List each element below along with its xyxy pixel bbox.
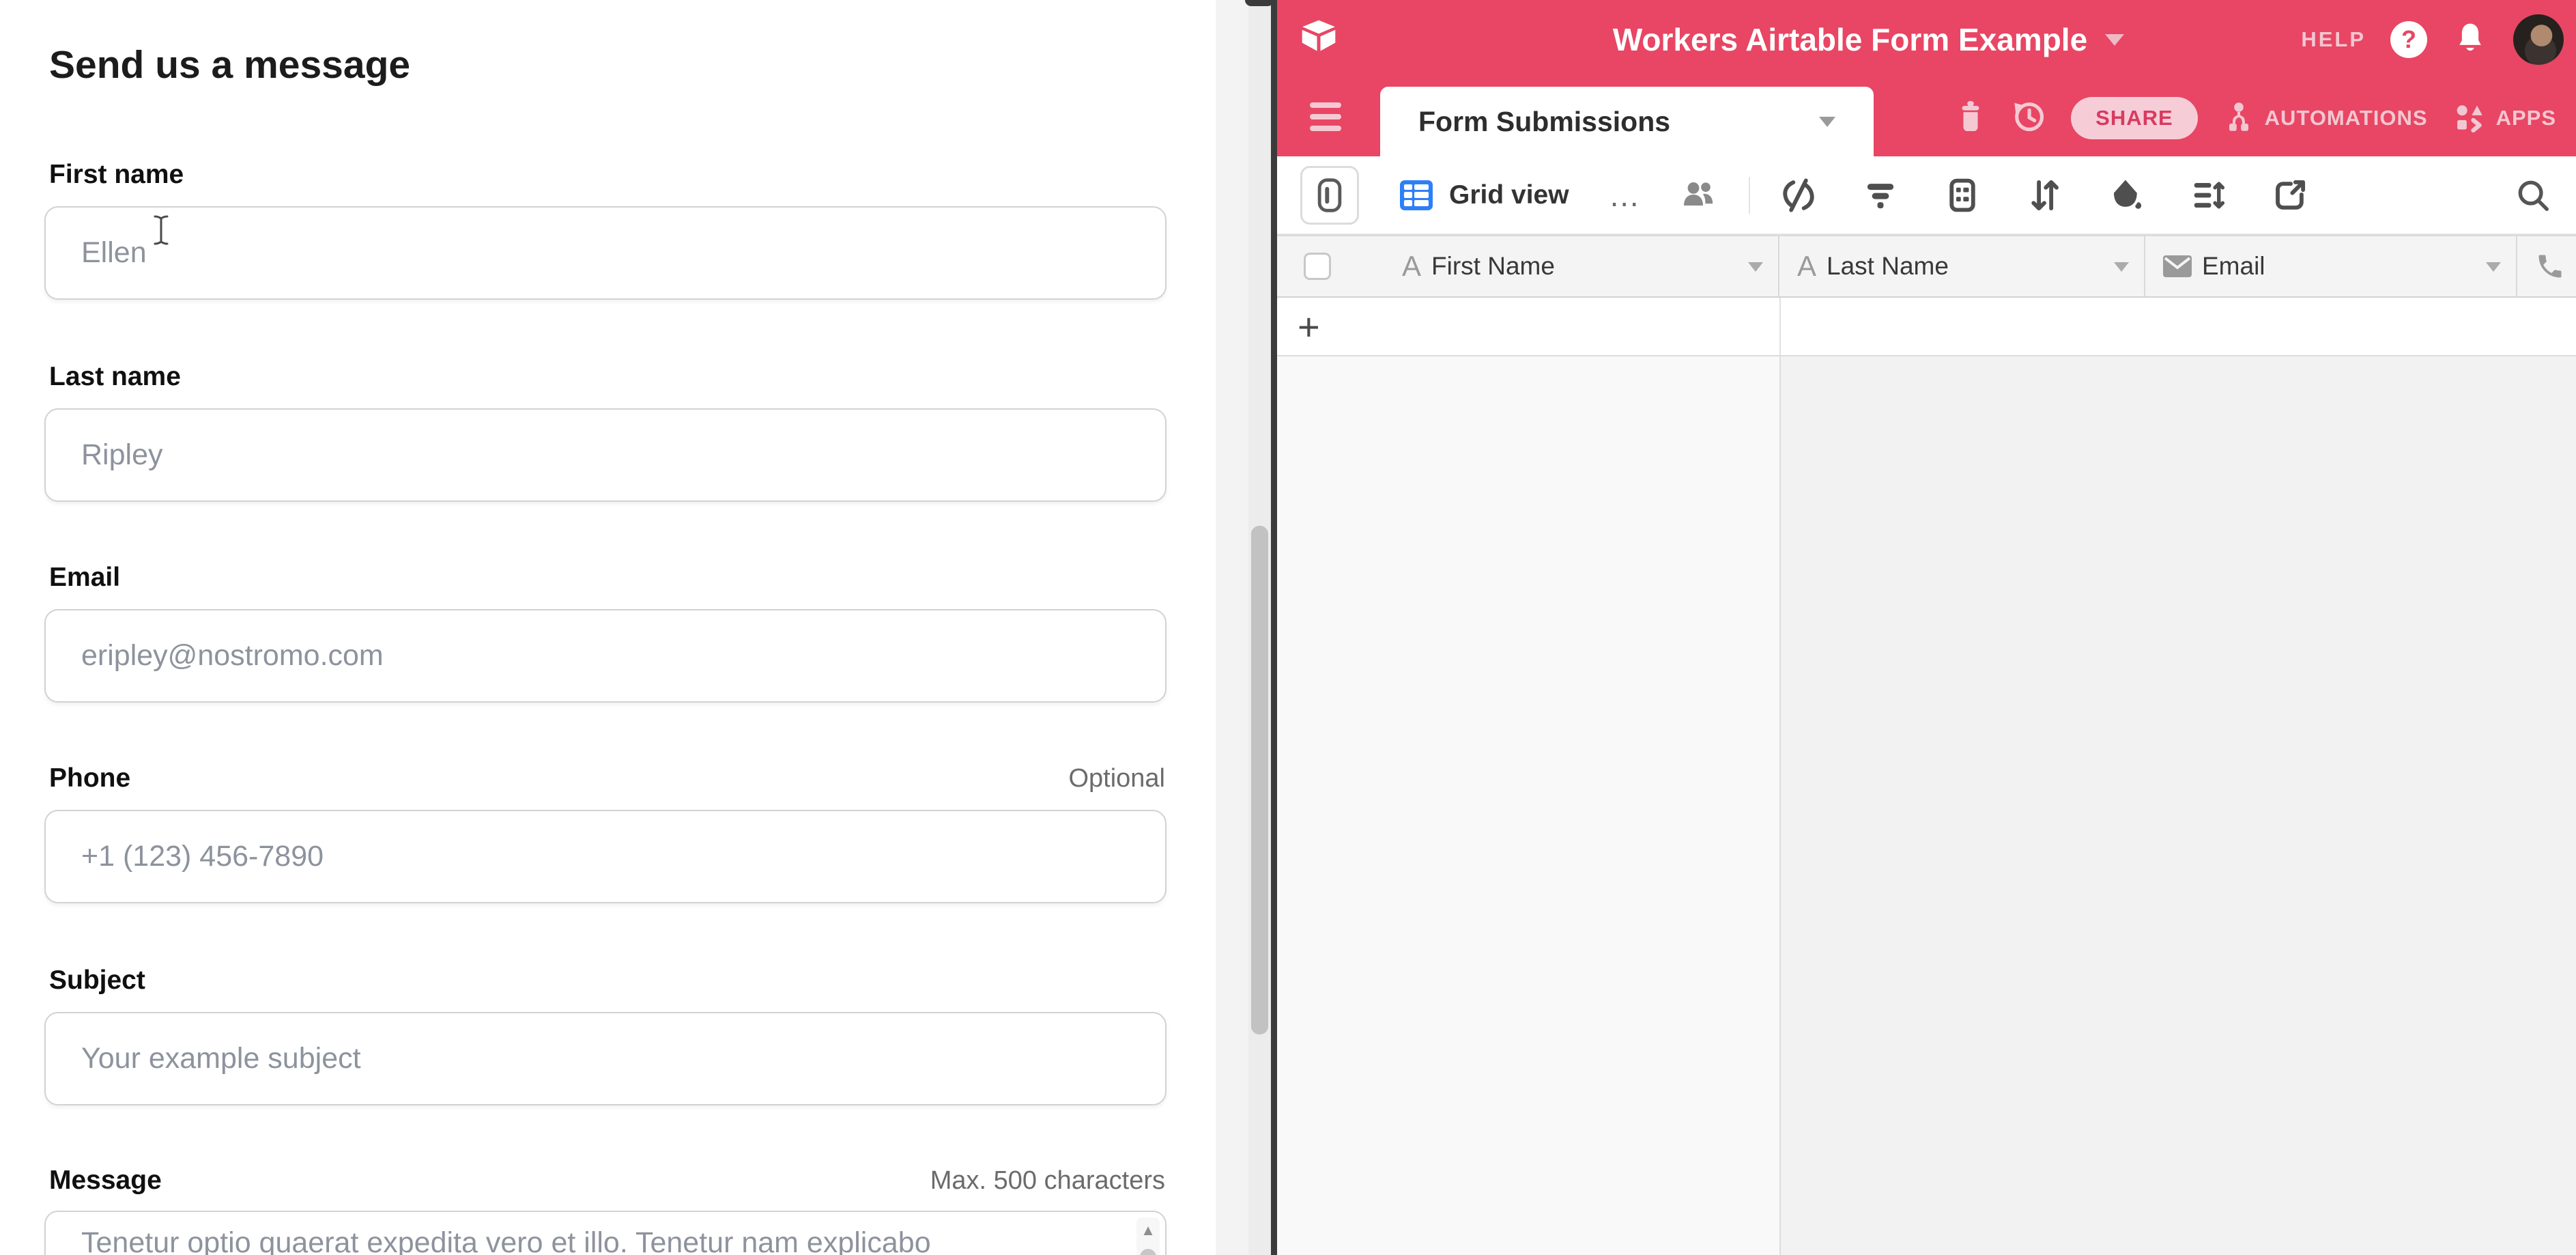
grid-view-icon[interactable] bbox=[1400, 180, 1433, 210]
empty-scroll-section bbox=[1781, 356, 2576, 1255]
email-label: Email bbox=[49, 561, 1167, 594]
base-history-icon[interactable] bbox=[2011, 98, 2046, 137]
column-name: Email bbox=[2202, 252, 2265, 281]
add-row[interactable]: + bbox=[1277, 298, 2576, 356]
apps-icon bbox=[2452, 101, 2487, 135]
automations-icon bbox=[2222, 100, 2255, 136]
subject-field[interactable] bbox=[44, 1012, 1167, 1105]
field-first-name: First name bbox=[44, 158, 1167, 300]
collaborators-icon[interactable] bbox=[1679, 176, 1717, 214]
column-dropdown-icon[interactable] bbox=[1748, 262, 1763, 272]
trash-icon[interactable] bbox=[1955, 98, 1986, 137]
first-name-label: First name bbox=[49, 158, 1167, 191]
share-button[interactable]: SHARE bbox=[2071, 97, 2198, 139]
first-name-input[interactable] bbox=[44, 206, 1167, 300]
page-scrollbar[interactable] bbox=[1248, 0, 1271, 1255]
tabbar-actions: SHARE AUTOMATIONS bbox=[1955, 79, 2556, 156]
textarea-scrollbar[interactable]: ▲ bbox=[1136, 1217, 1160, 1255]
textarea-scrollbar-thumb[interactable] bbox=[1140, 1249, 1156, 1255]
grid-empty-area bbox=[1277, 356, 2576, 1255]
phone-field-type-icon bbox=[2535, 251, 2565, 281]
view-name[interactable]: Grid view bbox=[1449, 180, 1569, 210]
field-phone: Phone Optional bbox=[44, 762, 1167, 903]
email-field[interactable] bbox=[44, 609, 1167, 703]
grid-header-row: A First Name A Last Name Email bbox=[1277, 235, 2576, 298]
notifications-bell-icon[interactable] bbox=[2452, 20, 2489, 60]
table-caret-icon[interactable] bbox=[1819, 117, 1835, 127]
column-dropdown-icon[interactable] bbox=[2114, 262, 2129, 272]
column-name: Last Name bbox=[1827, 252, 1949, 281]
share-view-icon[interactable] bbox=[2272, 177, 2308, 214]
column-header-phone[interactable]: P bbox=[2517, 236, 2576, 296]
row-height-icon[interactable] bbox=[2190, 177, 2227, 214]
email-field-type-icon bbox=[2163, 255, 2192, 277]
column-name: First Name bbox=[1431, 252, 1555, 281]
frozen-column-divider bbox=[1779, 298, 1781, 355]
base-title-wrap[interactable]: Workers Airtable Form Example bbox=[1277, 0, 2460, 79]
text-field-type-icon: A bbox=[1402, 250, 1421, 283]
last-name-input[interactable] bbox=[44, 408, 1167, 502]
field-last-name: Last name bbox=[44, 361, 1167, 502]
topbar-actions: HELP ? bbox=[2301, 0, 2564, 79]
user-avatar[interactable] bbox=[2513, 14, 2564, 65]
color-icon[interactable] bbox=[2108, 177, 2145, 214]
sort-icon[interactable] bbox=[2026, 177, 2063, 214]
empty-frozen-section bbox=[1277, 356, 1779, 1255]
page-gutter bbox=[1216, 0, 1248, 1255]
base-title[interactable]: Workers Airtable Form Example bbox=[1613, 21, 2087, 58]
airtable-topbar: Workers Airtable Form Example HELP ? bbox=[1277, 0, 2576, 79]
apps-button[interactable]: APPS bbox=[2452, 101, 2556, 135]
scroll-up-arrow-icon[interactable]: ▲ bbox=[1136, 1223, 1160, 1238]
toolbar-divider bbox=[1749, 177, 1750, 214]
column-header-last-name[interactable]: A Last Name bbox=[1779, 236, 2145, 296]
add-row-plus-icon[interactable]: + bbox=[1298, 298, 1320, 355]
field-email: Email bbox=[44, 561, 1167, 703]
filter-icon[interactable] bbox=[1862, 177, 1899, 214]
phone-label: Phone bbox=[49, 762, 1167, 795]
view-more-icon[interactable]: … bbox=[1609, 188, 1642, 202]
base-title-caret-icon[interactable] bbox=[2105, 34, 2124, 46]
view-sidebar-toggle-button[interactable] bbox=[1300, 166, 1359, 225]
automations-label: AUTOMATIONS bbox=[2265, 106, 2428, 130]
last-name-label: Last name bbox=[49, 361, 1167, 393]
tables-menu-icon[interactable] bbox=[1310, 102, 1341, 137]
automations-button[interactable]: AUTOMATIONS bbox=[2222, 100, 2428, 136]
hide-fields-icon[interactable] bbox=[1780, 177, 1817, 214]
screen: Send us a message First name Last name E… bbox=[0, 0, 2576, 1255]
help-question-icon[interactable]: ? bbox=[2390, 21, 2427, 58]
form-title: Send us a message bbox=[49, 42, 410, 87]
phone-optional-hint: Optional bbox=[1068, 762, 1165, 795]
apps-label: APPS bbox=[2496, 106, 2556, 130]
column-header-email[interactable]: Email bbox=[2145, 236, 2517, 296]
text-cursor-ibeam-icon bbox=[152, 214, 171, 249]
page-scrollbar-thumb[interactable] bbox=[1251, 526, 1268, 1034]
message-textarea[interactable]: Tenetur optio quaerat expedita vero et i… bbox=[44, 1211, 1167, 1255]
view-toolbar: Grid view … bbox=[1277, 156, 2576, 235]
message-placeholder-text: Tenetur optio quaerat expedita vero et i… bbox=[81, 1222, 1097, 1255]
active-table-name: Form Submissions bbox=[1418, 106, 1819, 138]
phone-field[interactable] bbox=[44, 810, 1167, 903]
message-maxlength-hint: Max. 500 characters bbox=[930, 1164, 1165, 1197]
window-divider bbox=[1271, 0, 1277, 1255]
column-header-first-name[interactable]: A First Name bbox=[1277, 236, 1779, 296]
help-button[interactable]: HELP bbox=[2301, 27, 2366, 52]
text-field-type-icon: A bbox=[1797, 250, 1816, 283]
divider-notch bbox=[1245, 0, 1274, 6]
field-subject: Subject bbox=[44, 964, 1167, 1105]
search-icon[interactable] bbox=[2515, 177, 2551, 217]
airtable-pane: Workers Airtable Form Example HELP ? bbox=[1277, 0, 2576, 1255]
column-dropdown-icon[interactable] bbox=[2486, 262, 2501, 272]
tab-form-submissions[interactable]: Form Submissions bbox=[1380, 87, 1874, 156]
table-tabbar: Form Submissions bbox=[1277, 79, 2576, 156]
subject-label: Subject bbox=[49, 964, 1167, 997]
contact-form-pane: Send us a message First name Last name E… bbox=[0, 0, 1216, 1255]
group-icon[interactable] bbox=[1944, 177, 1981, 214]
select-all-checkbox[interactable] bbox=[1304, 253, 1331, 280]
field-message: Message Max. 500 characters Tenetur opti… bbox=[44, 1164, 1167, 1255]
